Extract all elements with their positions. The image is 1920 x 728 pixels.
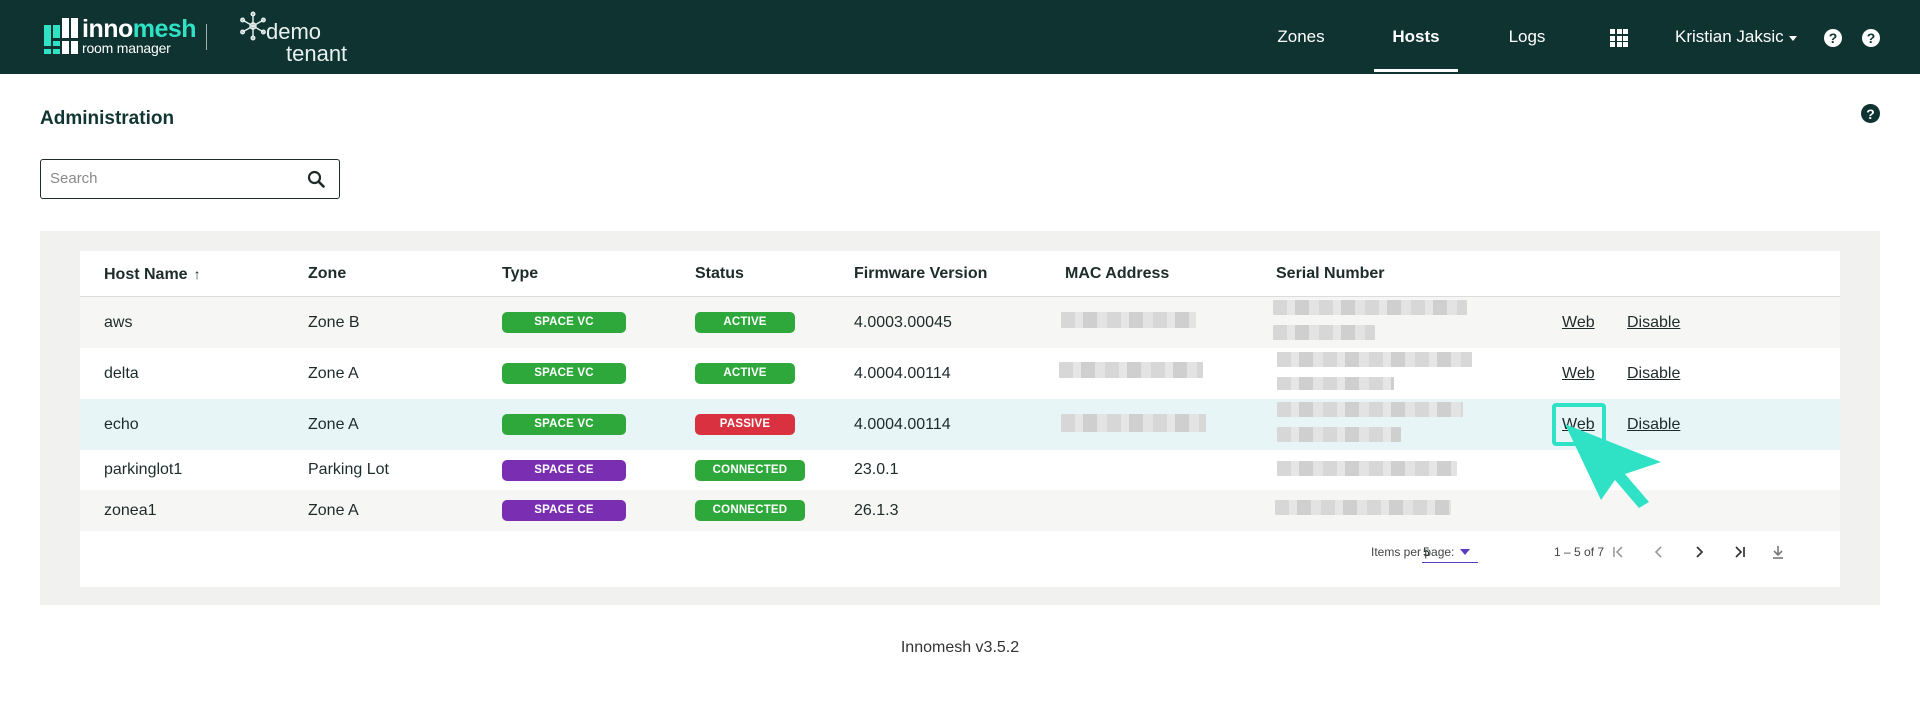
chevron-down-icon [1788,35,1797,41]
host-name: aws [104,313,133,331]
mac-address-redacted [1061,414,1206,432]
serial-number-redacted [1275,500,1451,515]
disable-link[interactable]: Disable [1627,314,1680,332]
apps-grid-icon[interactable] [1610,29,1628,47]
chevron-right-icon [1696,546,1704,558]
nav-zones[interactable]: Zones [1272,0,1330,74]
nav-hosts[interactable]: Hosts [1374,0,1458,74]
search-box [40,159,340,199]
firmware-version: 4.0004.00114 [854,364,951,382]
disable-link[interactable]: Disable [1627,416,1680,434]
host-name: delta [104,364,139,382]
serial-number-redacted [1273,300,1467,315]
sort-arrow-up-icon: ↑ [193,266,201,282]
next-page-button[interactable] [1687,540,1711,564]
column-type[interactable]: Type [502,251,538,297]
brand-name: innomesh [82,15,197,43]
first-page-button[interactable] [1607,540,1631,564]
serial-number-redacted [1277,402,1463,417]
zone: Zone A [308,415,359,433]
type-badge: SPACE VC [502,312,626,333]
zone: Parking Lot [308,461,389,478]
web-link[interactable]: Web [1562,314,1595,332]
chevron-left-icon [1654,546,1662,558]
serial-number-redacted [1273,325,1375,340]
search-input[interactable] [50,160,290,197]
host-name: zonea1 [104,501,157,519]
firmware-version: 4.0003.00045 [854,313,952,331]
host-name: echo [104,415,139,433]
page-range: 1 – 5 of 7 [1554,545,1605,559]
footer-version: Innomesh v3.5.2 [900,639,1020,656]
last-page-button[interactable] [1727,540,1751,564]
hosts-table: Host Name ↑ Zone Type Status Firmware Ver… [80,251,1840,587]
page-size-value: 5 [1423,545,1430,559]
tenant-logo: demo tenant [238,11,347,65]
mac-address-redacted [1061,312,1196,328]
serial-number-redacted [1277,427,1401,442]
page-title: Administration [40,108,175,129]
brand-subtitle: room manager [82,40,171,56]
tenant-line-1: demo [266,19,322,44]
status-badge: CONNECTED [695,500,805,521]
table-row[interactable]: echo Zone A SPACE VC PASSIVE 4.0004.0011… [80,399,1840,450]
snowflake-icon [240,11,266,41]
innomesh-logo[interactable]: innomesh room manager [44,15,197,56]
table-row[interactable]: parkinglot1 Parking Lot SPACE CE CONNECT… [80,450,1840,490]
innomesh-logo-icon [44,18,78,54]
firmware-version: 23.0.1 [854,461,899,478]
column-mac-address[interactable]: MAC Address [1065,251,1169,297]
zone: Zone A [308,364,359,382]
status-badge: ACTIVE [695,312,795,333]
status-badge: ACTIVE [695,363,795,384]
dropdown-arrow-icon [1460,549,1470,555]
tenant-line-2: tenant [286,41,348,66]
column-firmware-version[interactable]: Firmware Version [854,251,987,297]
table-header: Host Name ↑ Zone Type Status Firmware Ver… [80,251,1840,297]
help-icon[interactable]: ? [1824,29,1842,47]
firmware-version: 4.0004.00114 [854,415,951,433]
web-link[interactable]: Web [1562,416,1595,434]
serial-number-redacted [1277,461,1457,476]
column-status[interactable]: Status [695,251,744,297]
column-serial-number[interactable]: Serial Number [1276,251,1384,297]
first-page-icon [1613,546,1623,558]
status-badge: CONNECTED [695,459,805,481]
search-icon[interactable] [307,170,325,188]
download-button[interactable] [1766,540,1790,564]
nav-logs[interactable]: Logs [1505,0,1549,74]
previous-page-button[interactable] [1647,540,1671,564]
type-badge: SPACE CE [502,500,626,521]
paginator: Items per page: 5 1 – 5 of 7 [80,531,1840,575]
type-badge: SPACE CE [502,459,626,481]
column-zone[interactable]: Zone [308,251,346,297]
disable-link[interactable]: Disable [1627,365,1680,383]
host-name: parkinglot1 [104,461,183,478]
column-host-name[interactable]: Host Name ↑ [104,251,201,297]
type-badge: SPACE VC [502,363,626,384]
last-page-icon [1735,546,1745,558]
table-row[interactable]: delta Zone A SPACE VC ACTIVE 4.0004.0011… [80,348,1840,399]
brand-divider [206,24,207,50]
page-size-select[interactable]: 5 [1422,537,1478,563]
web-link[interactable]: Web [1562,365,1595,383]
user-menu[interactable]: Kristian Jaksic [1675,0,1797,74]
download-icon [1773,546,1783,559]
serial-number-redacted [1277,352,1472,367]
firmware-version: 26.1.3 [854,501,899,519]
table-row[interactable]: aws Zone B SPACE VC ACTIVE 4.0003.00045 … [80,297,1840,348]
status-badge: PASSIVE [695,414,795,435]
mac-address-redacted [1059,362,1203,378]
page-help-icon[interactable]: ? [1861,104,1880,123]
serial-number-redacted [1277,377,1394,390]
table-row[interactable]: zonea1 Zone A SPACE CE CONNECTED 26.1.3 [80,490,1840,531]
user-name: Kristian Jaksic [1675,27,1784,46]
zone: Zone B [308,313,360,331]
top-bar: innomesh room manager demo tenant Zones … [0,0,1920,74]
zone: Zone A [308,501,359,519]
help-icon-secondary[interactable]: ? [1862,29,1880,47]
type-badge: SPACE VC [502,414,626,435]
